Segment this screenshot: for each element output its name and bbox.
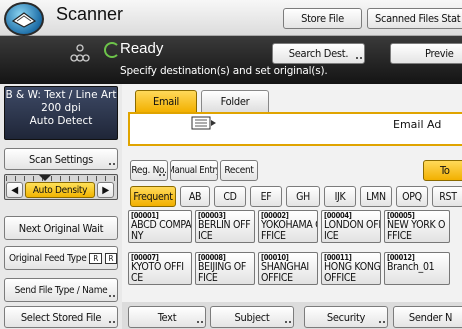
- scan-settings-summary: B & W: Text / Line Art 200 dpi Auto Dete…: [4, 86, 118, 140]
- manual-entry-button[interactable]: Manual Entry: [170, 160, 218, 181]
- preview-button[interactable]: Previe: [390, 43, 462, 64]
- destination-name-cont: ICE: [198, 230, 213, 242]
- reg-no-button[interactable]: Reg. No.: [130, 160, 168, 181]
- density-darker-button[interactable]: ▶: [97, 182, 114, 198]
- destination-button[interactable]: [00002] YOKOHAMA O FFICE: [258, 210, 318, 243]
- settings-size: Auto Detect: [29, 115, 93, 127]
- feed-type-icon: R: [89, 252, 102, 264]
- title-tab-lmn[interactable]: LMN: [360, 186, 392, 207]
- destination-name-cont: OFFICE: [324, 272, 356, 284]
- app-title: Scanner: [56, 4, 124, 24]
- select-stored-file-button[interactable]: Select Stored File: [4, 306, 118, 328]
- title-tab-gh[interactable]: GH: [286, 186, 320, 207]
- feed-type-duplex-icon: R: [104, 252, 117, 264]
- text-button[interactable]: Text: [128, 306, 206, 328]
- settings-resolution: 200 dpi: [41, 102, 81, 114]
- title-tab-ef[interactable]: EF: [250, 186, 282, 207]
- title-tab-frequent[interactable]: Frequent: [130, 186, 176, 207]
- destination-button[interactable]: [00003] BERLIN OFF ICE: [195, 210, 255, 243]
- settings-mode: B & W: Text / Line Art: [5, 89, 117, 101]
- next-original-wait-button[interactable]: Next Original Wait: [4, 216, 118, 240]
- ready-indicator-icon: [104, 42, 120, 58]
- destination-name-cont: FICE: [198, 272, 218, 284]
- density-lighter-button[interactable]: ◀: [6, 182, 23, 198]
- original-feed-type-label: Original Feed Type: [9, 252, 87, 264]
- search-dest-button[interactable]: Search Dest.: [272, 43, 365, 64]
- destination-button[interactable]: [00007] KYOTO OFFI CE: [128, 252, 192, 285]
- security-button[interactable]: Security: [304, 306, 388, 328]
- scanner-app-icon: [4, 2, 44, 36]
- subject-button[interactable]: Subject: [210, 306, 294, 328]
- title-tab-ijk[interactable]: IJK: [324, 186, 356, 207]
- destination-name-cont: NY: [131, 230, 144, 242]
- density-scale: [6, 176, 116, 181]
- destination-button[interactable]: [00005] NEW YORK O FFICE: [384, 210, 450, 243]
- scan-settings-button[interactable]: Scan Settings: [4, 148, 118, 170]
- destination-name-cont: CE: [131, 272, 143, 284]
- destination-name-cont: OFFICE: [261, 272, 293, 284]
- ready-status: Ready: [120, 40, 164, 57]
- tab-folder[interactable]: Folder: [201, 90, 269, 112]
- destination-name-cont: ICE: [324, 230, 339, 242]
- scanner-icon: [11, 12, 37, 28]
- destination-name-cont: FFICE: [387, 230, 412, 242]
- machine-status-icon: [70, 44, 90, 62]
- destination-button[interactable]: [00001] ABCD COMPA NY: [128, 210, 192, 243]
- store-file-button[interactable]: Store File: [283, 8, 362, 29]
- destination-button[interactable]: [00008] BEIJING OF FICE: [195, 252, 255, 285]
- tab-email[interactable]: Email: [135, 90, 197, 112]
- destination-name: Branch_01: [387, 261, 435, 273]
- destination-name-cont: FFICE: [261, 230, 286, 242]
- title-tab-cd[interactable]: CD: [214, 186, 246, 207]
- destination-button[interactable]: [00011] HONG KONG OFFICE: [321, 252, 381, 285]
- destination-button[interactable]: [00010] SHANGHAI OFFICE: [258, 252, 318, 285]
- destination-button[interactable]: [00012] Branch_01: [384, 252, 450, 285]
- to-button[interactable]: To: [423, 160, 462, 181]
- auto-density-button[interactable]: Auto Density: [25, 182, 95, 198]
- original-feed-type-button[interactable]: Original Feed Type R R: [4, 246, 118, 270]
- title-tab-opq[interactable]: OPQ: [396, 186, 428, 207]
- title-tab-ab[interactable]: AB: [180, 186, 210, 207]
- density-marker-icon: [39, 175, 51, 181]
- destination-button[interactable]: [00004] LONDON OFF ICE: [321, 210, 381, 243]
- send-file-type-button[interactable]: Send File Type / Name: [4, 278, 118, 302]
- email-address-label: Email Ad: [393, 118, 442, 131]
- scanned-files-status-button[interactable]: Scanned Files Stat: [367, 8, 462, 29]
- status-message: Specify destination(s) and set original(…: [120, 65, 328, 77]
- sender-name-button[interactable]: Sender N: [393, 306, 462, 328]
- recent-button[interactable]: Recent: [220, 160, 258, 181]
- title-tab-rst[interactable]: RST: [432, 186, 462, 207]
- email-destination-icon: [191, 116, 216, 130]
